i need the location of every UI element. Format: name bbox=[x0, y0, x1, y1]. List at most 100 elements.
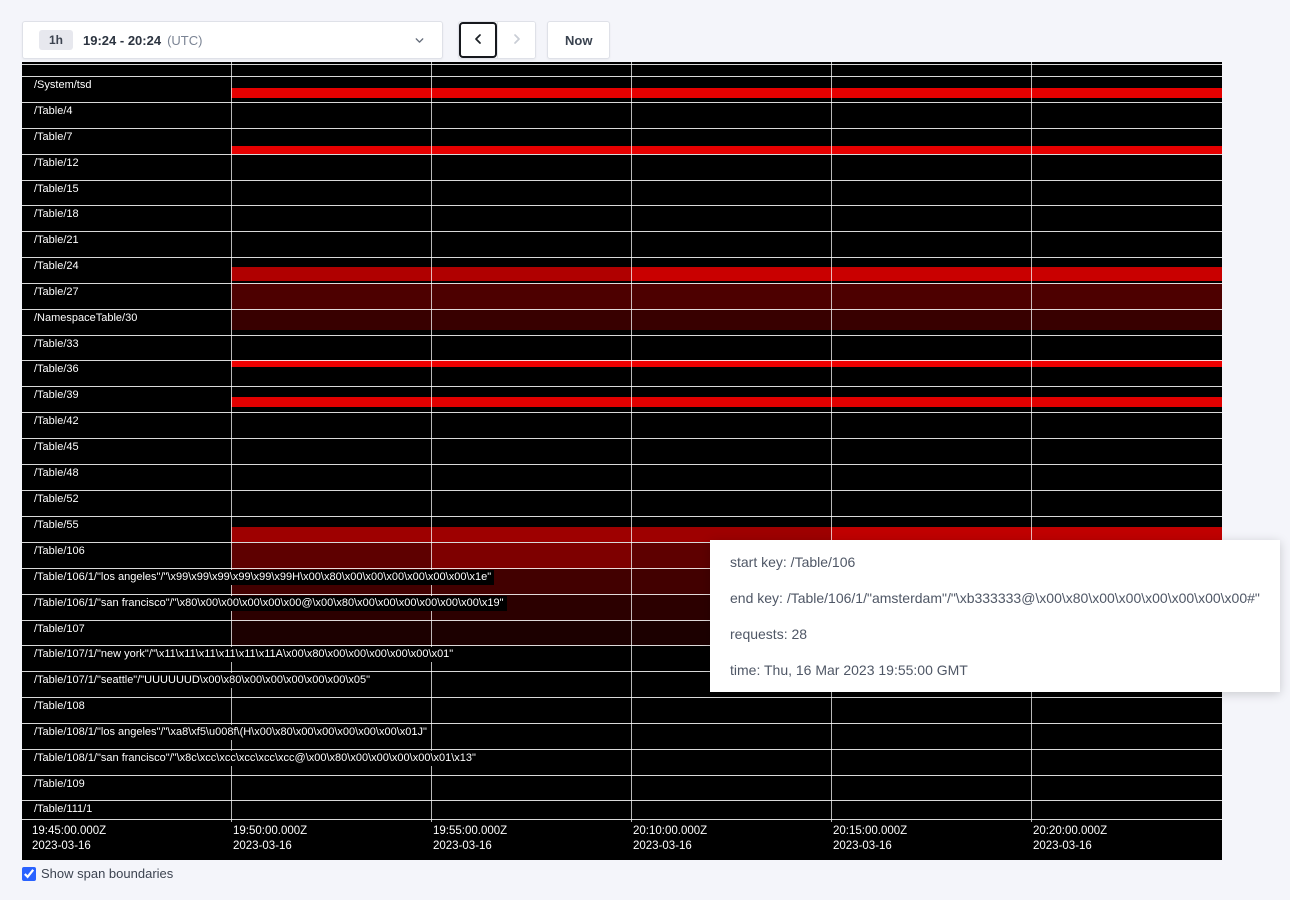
axis-date: 2023-03-16 bbox=[32, 839, 106, 854]
span-boundary-line bbox=[22, 775, 1222, 776]
axis-time: 20:10:00.000Z bbox=[633, 824, 707, 839]
span-boundary-line bbox=[22, 516, 1222, 517]
time-nav-group bbox=[458, 21, 536, 59]
heat-band bbox=[231, 88, 1222, 98]
duration-badge: 1h bbox=[39, 30, 73, 50]
row-label: /Table/42 bbox=[31, 414, 82, 429]
show-span-boundaries-checkbox[interactable] bbox=[22, 867, 36, 881]
axis-tick: 20:10:00.000Z2023-03-16 bbox=[633, 824, 707, 854]
key-visualizer-page: 1h 19:24 - 20:24 (UTC) Now /System/tsd/T… bbox=[0, 0, 1290, 900]
row-label: /Table/108/1/"san francisco"/"\x8c\xcc\x… bbox=[31, 751, 479, 766]
row-label: /Table/36 bbox=[31, 362, 82, 377]
time-range-label: 19:24 - 20:24 bbox=[83, 33, 161, 48]
tooltip-requests: requests: 28 bbox=[730, 626, 1260, 642]
span-boundary-line bbox=[22, 386, 1222, 387]
row-label: /Table/12 bbox=[31, 156, 82, 171]
row-label: /Table/7 bbox=[31, 130, 76, 145]
axis-time: 20:15:00.000Z bbox=[833, 824, 907, 839]
span-boundary-line bbox=[22, 205, 1222, 206]
axis-tick: 19:45:00.000Z2023-03-16 bbox=[32, 824, 106, 854]
span-boundary-line bbox=[22, 800, 1222, 801]
span-boundary-line bbox=[22, 464, 1222, 465]
axis-time: 20:20:00.000Z bbox=[1033, 824, 1107, 839]
row-label: /Table/107 bbox=[31, 622, 88, 637]
chevron-left-icon bbox=[470, 31, 486, 50]
row-label: /Table/4 bbox=[31, 104, 76, 119]
heat-band bbox=[231, 543, 431, 569]
span-boundary-line bbox=[22, 64, 1222, 65]
heat-band bbox=[231, 397, 1222, 407]
row-label: /Table/108/1/"los angeles"/"\xa8\xf5\u00… bbox=[31, 725, 430, 740]
span-boundary-line bbox=[22, 412, 1222, 413]
span-boundary-line bbox=[22, 257, 1222, 258]
axis-time: 19:50:00.000Z bbox=[233, 824, 307, 839]
heat-band bbox=[231, 146, 1222, 154]
span-boundary-line bbox=[22, 360, 1222, 361]
span-boundary-line bbox=[22, 819, 1222, 820]
prev-time-button[interactable] bbox=[459, 22, 497, 58]
axis-date: 2023-03-16 bbox=[433, 839, 507, 854]
hover-tooltip: start key: /Table/106 end key: /Table/10… bbox=[710, 540, 1280, 692]
footer: Show span boundaries bbox=[22, 866, 173, 881]
span-boundary-line bbox=[22, 128, 1222, 129]
tooltip-end-key: end key: /Table/106/1/"amsterdam"/"\xb33… bbox=[730, 590, 1260, 606]
span-boundary-line bbox=[22, 76, 1222, 77]
span-boundary-line bbox=[22, 102, 1222, 103]
span-boundary-line bbox=[22, 438, 1222, 439]
key-visualizer-canvas[interactable]: /System/tsd/Table/4/Table/7/Table/12/Tab… bbox=[22, 62, 1222, 860]
chevron-down-icon bbox=[413, 34, 426, 47]
time-gridline bbox=[631, 62, 632, 822]
show-span-boundaries-label: Show span boundaries bbox=[41, 866, 173, 881]
span-boundary-line bbox=[22, 154, 1222, 155]
row-label: /Table/18 bbox=[31, 207, 82, 222]
axis-date: 2023-03-16 bbox=[833, 839, 907, 854]
heat-band bbox=[631, 267, 1222, 281]
next-time-button[interactable] bbox=[497, 22, 535, 58]
axis-tick: 20:20:00.000Z2023-03-16 bbox=[1033, 824, 1107, 854]
row-label: /Table/55 bbox=[31, 518, 82, 533]
row-label: /Table/106 bbox=[31, 544, 88, 559]
row-label: /Table/107/1/"seattle"/"UUUUUUD\x00\x80\… bbox=[31, 673, 373, 688]
toolbar: 1h 19:24 - 20:24 (UTC) Now bbox=[22, 21, 610, 59]
span-boundary-line bbox=[22, 723, 1222, 724]
axis-date: 2023-03-16 bbox=[633, 839, 707, 854]
row-label: /Table/27 bbox=[31, 285, 82, 300]
row-label: /Table/106/1/"los angeles"/"\x99\x99\x99… bbox=[31, 570, 494, 585]
span-boundary-line bbox=[22, 490, 1222, 491]
span-boundary-line bbox=[22, 697, 1222, 698]
timezone-label: (UTC) bbox=[167, 33, 202, 48]
time-gridline bbox=[831, 62, 832, 822]
time-gridline bbox=[231, 62, 232, 822]
span-boundary-line bbox=[22, 283, 1222, 284]
row-label: /Table/106/1/"san francisco"/"\x80\x00\x… bbox=[31, 596, 507, 611]
chevron-right-icon bbox=[509, 31, 525, 50]
row-label: /Table/33 bbox=[31, 337, 82, 352]
heat-band bbox=[231, 283, 1222, 309]
row-label: /System/tsd bbox=[31, 78, 94, 93]
heat-band bbox=[231, 360, 1222, 367]
span-boundary-line bbox=[22, 231, 1222, 232]
row-label: /Table/108 bbox=[31, 699, 88, 714]
span-boundary-line bbox=[22, 180, 1222, 181]
span-boundary-line bbox=[22, 335, 1222, 336]
heat-band bbox=[431, 543, 631, 569]
row-label: /Table/111/1 bbox=[31, 802, 95, 817]
tooltip-time: time: Thu, 16 Mar 2023 19:55:00 GMT bbox=[730, 662, 1260, 678]
heat-band bbox=[231, 309, 1222, 330]
row-label: /Table/52 bbox=[31, 492, 82, 507]
axis-date: 2023-03-16 bbox=[233, 839, 307, 854]
axis-time: 19:55:00.000Z bbox=[433, 824, 507, 839]
axis-tick: 19:55:00.000Z2023-03-16 bbox=[433, 824, 507, 854]
row-label: /Table/39 bbox=[31, 388, 82, 403]
axis-tick: 19:50:00.000Z2023-03-16 bbox=[233, 824, 307, 854]
tooltip-start-key: start key: /Table/106 bbox=[730, 554, 1260, 570]
now-button[interactable]: Now bbox=[547, 21, 610, 59]
time-gridline bbox=[1031, 62, 1032, 822]
time-range-selector[interactable]: 1h 19:24 - 20:24 (UTC) bbox=[22, 21, 443, 59]
row-label: /Table/107/1/"new york"/"\x11\x11\x11\x1… bbox=[31, 647, 456, 662]
span-boundary-line bbox=[22, 749, 1222, 750]
axis-time: 19:45:00.000Z bbox=[32, 824, 106, 839]
row-label: /Table/21 bbox=[31, 233, 82, 248]
row-label: /NamespaceTable/30 bbox=[31, 311, 140, 326]
axis-tick: 20:15:00.000Z2023-03-16 bbox=[833, 824, 907, 854]
